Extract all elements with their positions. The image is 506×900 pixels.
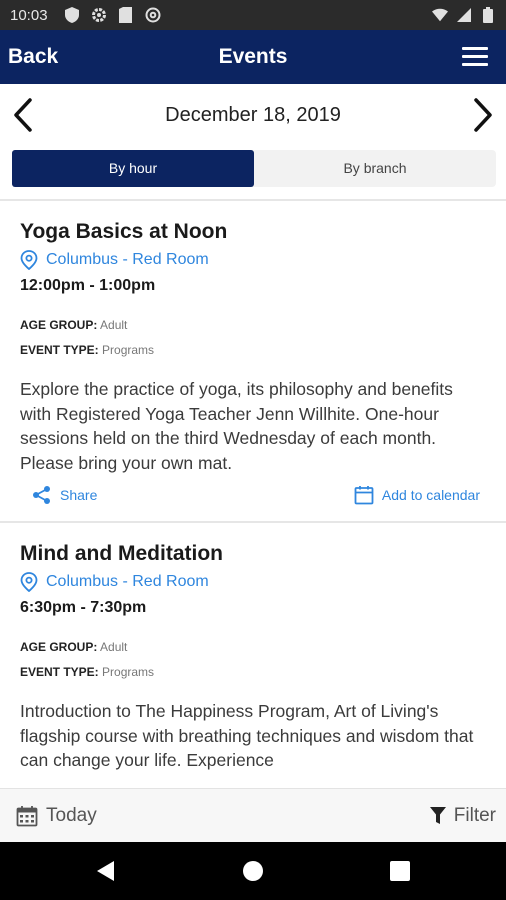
nav-home-icon[interactable] [241, 859, 265, 883]
age-group-label: AGE GROUP: [20, 318, 98, 332]
nav-back-icon[interactable] [94, 859, 118, 883]
event-location-link[interactable]: Columbus - Red Room [20, 250, 486, 270]
page-title: Events [218, 45, 288, 68]
at-icon [145, 7, 161, 23]
event-type-label: EVENT TYPE: [20, 343, 99, 357]
today-button[interactable]: Today [16, 789, 97, 843]
event-type-value: Programs [102, 343, 155, 357]
event-actions: Share Add to calendar [20, 475, 486, 521]
location-pin-icon [20, 572, 38, 592]
chevron-right-icon [474, 98, 492, 132]
event-time: 12:00pm - 1:00pm [20, 277, 156, 294]
system-nav-bar [0, 842, 506, 900]
date-navigation: December 18, 2019 [0, 84, 506, 144]
event-card[interactable]: Yoga Basics at Noon Columbus - Red Room … [0, 201, 506, 523]
status-bar: 10:03 [0, 0, 506, 30]
shield-icon [64, 7, 80, 23]
event-card[interactable]: Mind and Meditation Columbus - Red Room … [0, 523, 506, 773]
bottom-toolbar: Today Filter [0, 788, 506, 842]
gear-icon [91, 7, 107, 23]
filter-icon [429, 807, 446, 824]
next-day-button[interactable] [466, 96, 496, 134]
event-description: Explore the practice of yoga, its philos… [20, 379, 453, 473]
sim-icon [118, 7, 134, 23]
app-bar: Back Events [0, 30, 506, 84]
event-location-link[interactable]: Columbus - Red Room [20, 572, 486, 592]
nav-recents-icon[interactable] [388, 859, 412, 883]
add-to-calendar-button[interactable]: Add to calendar [354, 485, 480, 505]
battery-icon [480, 7, 496, 23]
status-time: 10:03 [10, 6, 48, 24]
current-date: December 18, 2019 [165, 104, 341, 126]
location-pin-icon [20, 250, 38, 270]
previous-day-button[interactable] [10, 96, 40, 134]
share-button[interactable]: Share [32, 485, 97, 505]
back-button[interactable]: Back [8, 30, 58, 84]
filter-label: Filter [453, 805, 496, 826]
wifi-icon [432, 7, 448, 23]
tab-by-hour[interactable]: By hour [12, 150, 254, 187]
event-list[interactable]: Yoga Basics at Noon Columbus - Red Room … [0, 201, 506, 788]
hamburger-menu-icon[interactable] [462, 47, 488, 67]
signal-icon [456, 7, 472, 23]
chevron-left-icon [14, 98, 32, 132]
event-description: Introduction to The Happiness Program, A… [20, 701, 474, 770]
age-group-value: Adult [100, 318, 128, 332]
event-time: 6:30pm - 7:30pm [20, 599, 147, 616]
today-label: Today [46, 805, 97, 826]
share-icon [33, 486, 50, 504]
filter-button[interactable]: Filter [429, 789, 496, 843]
event-type-label: EVENT TYPE: [20, 665, 99, 679]
event-type-value: Programs [102, 665, 155, 679]
calendar-icon [16, 806, 38, 827]
event-title: Yoga Basics at Noon [20, 220, 228, 243]
event-title: Mind and Meditation [20, 542, 223, 565]
event-meta: AGE GROUP: Adult EVENT TYPE: Programs [20, 635, 486, 685]
view-mode-toggle: By hour By branch [12, 150, 496, 187]
share-label: Share [60, 487, 98, 503]
calendar-icon [354, 486, 374, 505]
event-location: Columbus - Red Room [46, 251, 209, 268]
add-to-calendar-label: Add to calendar [381, 487, 480, 503]
tab-by-branch[interactable]: By branch [254, 150, 496, 187]
age-group-label: AGE GROUP: [20, 640, 98, 654]
age-group-value: Adult [100, 640, 128, 654]
event-location: Columbus - Red Room [46, 573, 209, 590]
event-meta: AGE GROUP: Adult EVENT TYPE: Programs [20, 313, 486, 363]
